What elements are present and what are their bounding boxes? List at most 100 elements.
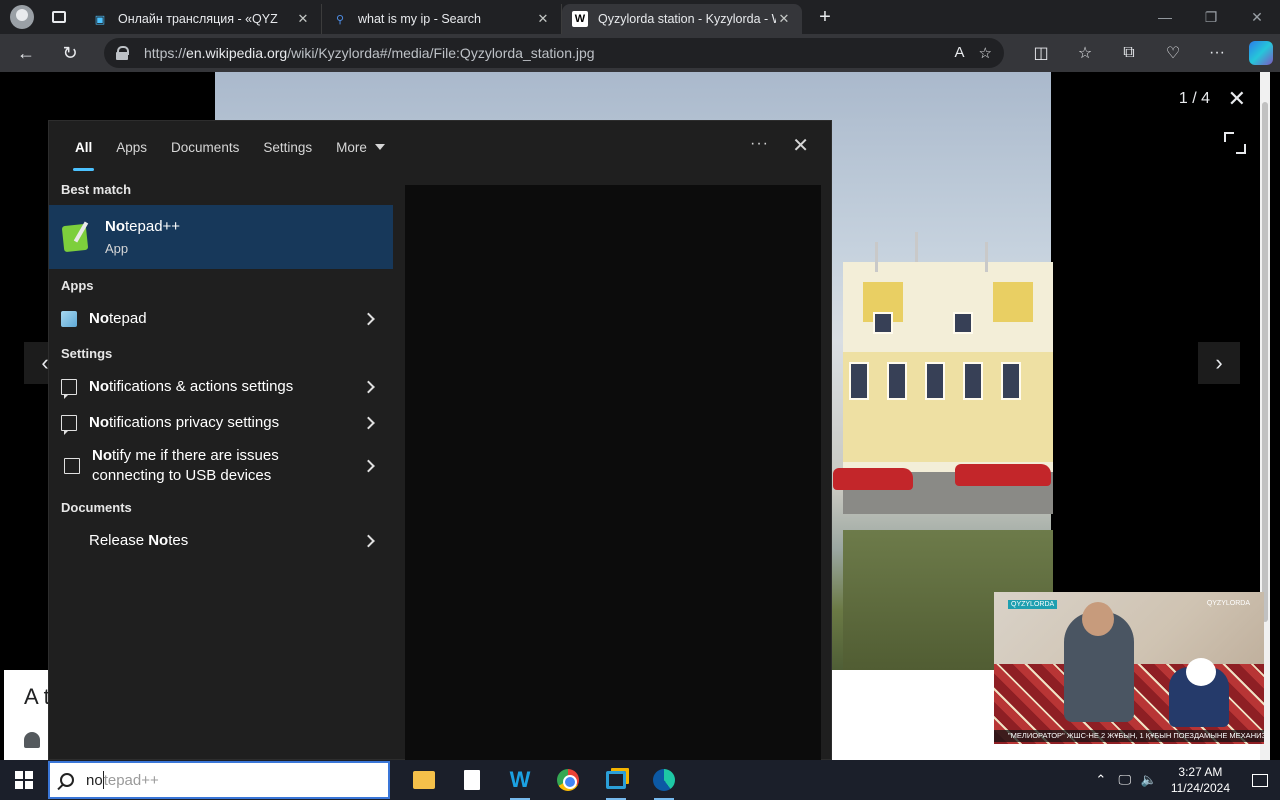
tab-close-icon[interactable]: ✕ xyxy=(295,11,311,27)
address-toolbar: ← ↻ https://en.wikipedia.org/wiki/Kyzylo… xyxy=(0,34,1280,72)
tab-settings[interactable]: Settings xyxy=(251,121,324,173)
collections-icon[interactable]: ⧉ xyxy=(1110,38,1148,68)
system-tray: ⌃ 🖵 🔈 3:27 AM 11/24/2024 xyxy=(1089,760,1280,800)
search-query-suggestion: tepad++ xyxy=(103,771,159,789)
start-button[interactable] xyxy=(0,760,48,800)
browser-tab-3-active[interactable]: W Qyzylorda station - Kyzylorda - W ✕ xyxy=(562,4,802,34)
remote-desktop-button[interactable] xyxy=(592,760,640,800)
result-release-notes[interactable]: Release Notes xyxy=(49,523,393,559)
document-icon xyxy=(61,533,77,549)
browser-tab-1[interactable]: ▣ Онлайн трансляция - «QYZ ✕ xyxy=(82,4,322,34)
window-close-icon[interactable]: ✕ xyxy=(1234,0,1280,34)
more-options-icon[interactable]: ··· xyxy=(750,135,769,153)
next-image-arrow-icon[interactable]: › xyxy=(1198,342,1240,384)
browser-tab-strip: ▣ Онлайн трансляция - «QYZ ✕ ⚲ what is m… xyxy=(0,0,1280,34)
notification-center-icon[interactable] xyxy=(1240,760,1280,800)
edge-button[interactable] xyxy=(640,760,688,800)
best-match-notepad-plus-plus[interactable]: Notepad++ App xyxy=(49,205,393,269)
chrome-button[interactable] xyxy=(544,760,592,800)
result-notepad[interactable]: Notepad xyxy=(49,301,393,337)
close-icon[interactable]: ✕ xyxy=(1228,86,1246,112)
volume-muted-icon[interactable]: 🔈 xyxy=(1137,760,1161,800)
chevron-right-icon[interactable] xyxy=(362,416,375,430)
word-app-button[interactable]: W xyxy=(496,760,544,800)
browser-essentials-icon[interactable]: ♡ xyxy=(1154,38,1192,68)
station-building xyxy=(843,262,1053,472)
chevron-down-icon xyxy=(374,144,385,150)
chevron-right-icon[interactable] xyxy=(362,459,375,473)
notification-icon xyxy=(61,379,77,399)
settings-more-icon[interactable]: ··· xyxy=(1198,38,1236,68)
favorites-icon[interactable]: ☆ xyxy=(1066,38,1104,68)
close-icon[interactable]: ✕ xyxy=(792,133,809,158)
address-bar[interactable]: https://en.wikipedia.org/wiki/Kyzylorda#… xyxy=(104,38,1004,68)
news-ticker: "МЕЛИОРАТОР" ЖШС-НЕ 2 ЖҰБЫН, 1 ҚҰБЫН ПОЕ… xyxy=(994,730,1264,742)
search-query-typed: no xyxy=(86,771,103,789)
search-icon: ⚲ xyxy=(335,13,345,26)
browser-tab-2[interactable]: ⚲ what is my ip - Search ✕ xyxy=(322,4,562,34)
remote-desktop-icon xyxy=(606,771,626,789)
lock-icon[interactable] xyxy=(116,46,129,60)
windows-search-panel: All Apps Documents Settings More ··· ✕ B… xyxy=(48,120,833,761)
window-controls: — ❐ ✕ xyxy=(1142,0,1280,34)
refresh-icon[interactable]: ↻ xyxy=(52,37,88,69)
tab-title: what is my ip - Search xyxy=(358,12,481,26)
result-notify-usb-issues[interactable]: Notify me if there are issues connecting… xyxy=(49,441,393,491)
result-label: Notify me if there are issues connecting… xyxy=(92,447,279,484)
show-hidden-icons-chevron-up-icon[interactable]: ⌃ xyxy=(1089,760,1113,800)
notepad-plus-plus-icon xyxy=(61,221,93,253)
picture-in-picture-video[interactable]: QYZYLORDA QYZYLORDA "МЕЛИОРАТОР" ЖШС-НЕ … xyxy=(994,592,1264,744)
file-explorer-button[interactable] xyxy=(400,760,448,800)
tab-documents[interactable]: Documents xyxy=(159,121,251,173)
taskbar-search-input[interactable]: no tepad++ xyxy=(48,761,390,799)
taskbar-apps: W xyxy=(400,760,688,800)
split-screen-icon[interactable]: ◫ xyxy=(1022,38,1060,68)
section-heading: Documents xyxy=(61,499,132,515)
best-match-title: Notepad++ xyxy=(105,218,181,235)
chevron-right-icon[interactable] xyxy=(362,380,375,394)
notepad-taskbar-button[interactable] xyxy=(448,760,496,800)
folder-icon xyxy=(413,771,435,789)
result-preview-pane xyxy=(405,185,821,761)
favorite-star-icon[interactable]: ☆ xyxy=(979,44,992,62)
search-filter-tabs: All Apps Documents Settings More xyxy=(49,121,833,173)
result-notifications-privacy-settings[interactable]: Notifications privacy settings xyxy=(49,405,393,441)
read-aloud-icon[interactable]: A xyxy=(955,44,965,62)
tv-icon: ▣ xyxy=(94,13,106,26)
url-text[interactable]: https://en.wikipedia.org/wiki/Kyzylorda#… xyxy=(144,45,955,61)
search-results-list: Best match Notepad++ App Apps Notepad Se… xyxy=(49,173,393,559)
tab-close-icon[interactable]: ✕ xyxy=(535,11,551,27)
windows-taskbar: no tepad++ W ⌃ 🖵 🔈 3:27 AM 11/24/2024 xyxy=(0,760,1280,800)
channel-logo-right: QYZYLORDA xyxy=(1206,600,1250,607)
usb-device-icon xyxy=(64,458,80,474)
tab-all[interactable]: All xyxy=(63,121,104,173)
tab-close-icon[interactable]: ✕ xyxy=(776,11,792,27)
caption-text: A t xyxy=(24,684,50,709)
fullscreen-icon[interactable] xyxy=(1224,132,1246,154)
result-label: Notifications privacy settings xyxy=(89,414,280,431)
network-icon[interactable]: 🖵 xyxy=(1113,760,1137,800)
edge-icon xyxy=(653,769,675,791)
windows-logo-icon xyxy=(15,771,33,789)
woman-headscarf xyxy=(1186,658,1216,686)
clock-time: 3:27 AM xyxy=(1178,765,1223,779)
tab-apps[interactable]: Apps xyxy=(104,121,159,173)
restore-icon[interactable]: ❐ xyxy=(1188,0,1234,34)
back-arrow-icon[interactable]: ← xyxy=(8,37,44,69)
copilot-icon[interactable] xyxy=(1242,38,1280,68)
tab-more[interactable]: More xyxy=(324,121,397,173)
file-icon xyxy=(464,770,480,790)
tab-actions-icon[interactable] xyxy=(44,5,74,29)
section-heading: Best match xyxy=(61,181,132,197)
new-tab-button[interactable]: + xyxy=(808,6,842,29)
result-notifications-actions-settings[interactable]: Notifications & actions settings xyxy=(49,369,393,405)
clock[interactable]: 3:27 AM 11/24/2024 xyxy=(1171,764,1230,796)
w-app-icon: W xyxy=(509,767,531,792)
tab-title: Онлайн трансляция - «QYZ xyxy=(118,12,278,26)
chevron-right-icon[interactable] xyxy=(362,312,375,326)
chevron-right-icon[interactable] xyxy=(362,534,375,548)
best-match-subtitle: App xyxy=(105,241,129,256)
notification-icon xyxy=(61,415,77,435)
minimize-icon[interactable]: — xyxy=(1142,0,1188,34)
profile-avatar[interactable] xyxy=(10,5,34,29)
